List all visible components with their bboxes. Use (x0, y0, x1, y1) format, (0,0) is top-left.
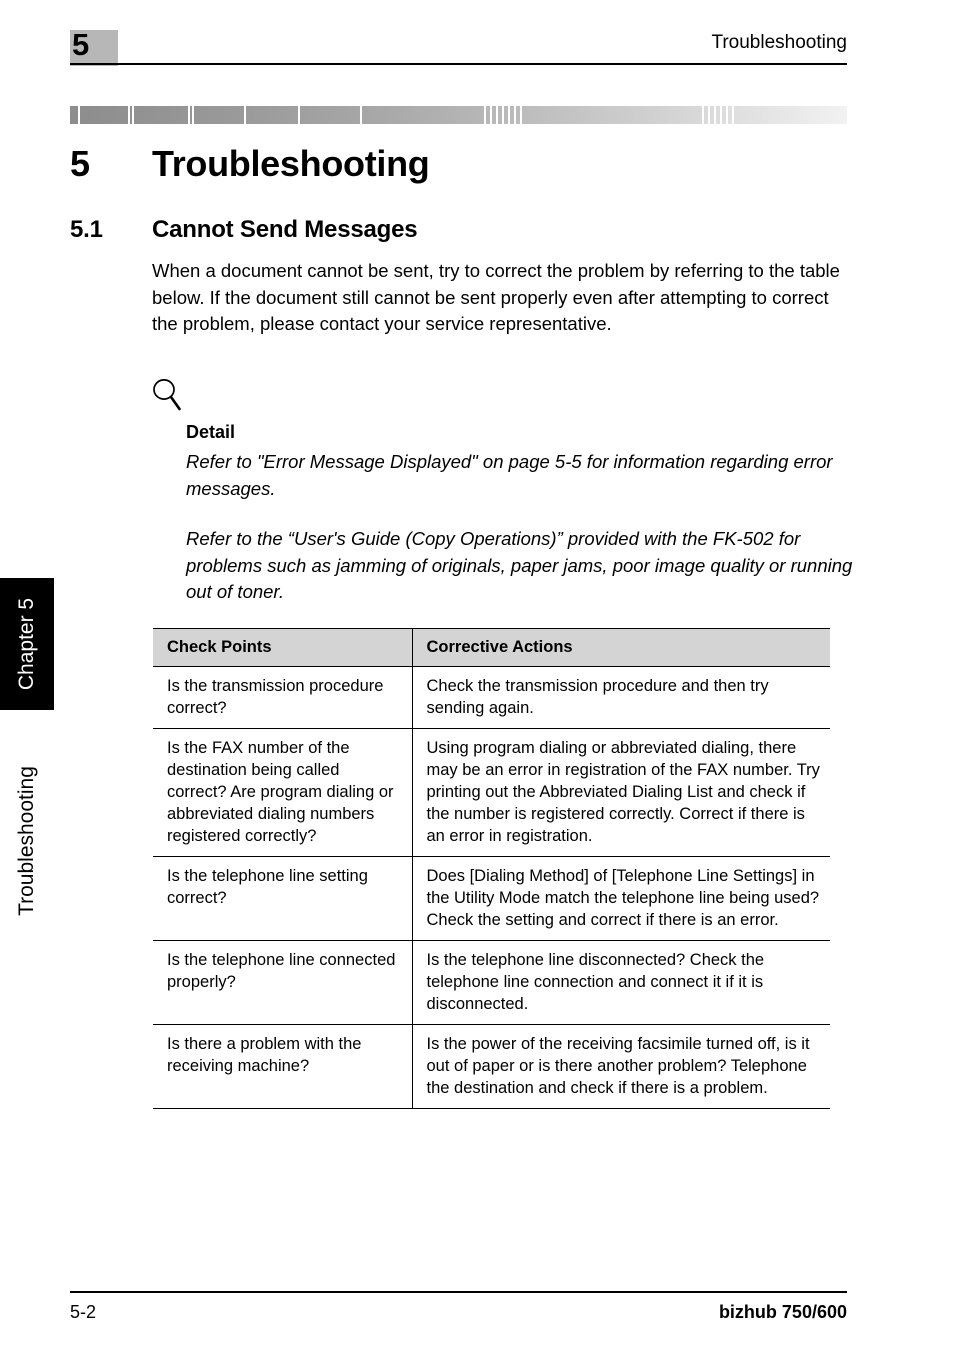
table-header-corrective-actions: Corrective Actions (411, 628, 830, 667)
table-row: Is the telephone line setting correct? D… (153, 856, 830, 941)
detail-note-paragraph-1: Refer to "Error Message Displayed" on pa… (186, 451, 833, 499)
troubleshooting-table: Check Points Corrective Actions Is the t… (153, 628, 830, 1109)
chapter-tab-label: Chapter 5 (15, 597, 38, 691)
section-tab-label: Troubleshooting (15, 766, 38, 916)
detail-note-paragraph-2: Refer to the “User's Guide (Copy Operati… (186, 528, 853, 602)
chapter-heading-number: 5 (70, 143, 90, 184)
footer-model-name: bizhub 750/600 (718, 1302, 847, 1322)
header-rule (70, 63, 847, 65)
header-chapter-number: 5 (72, 27, 89, 62)
table-cell-action: Is the power of the receiving facsimile … (411, 1024, 830, 1109)
table-cell-action: Using program dialing or abbreviated dia… (411, 728, 830, 857)
footer-rule (70, 1291, 847, 1293)
table-header-row: Check Points Corrective Actions (153, 628, 830, 667)
magnifier-icon (153, 379, 181, 411)
detail-note-title: Detail (186, 422, 236, 442)
table-cell-check: Is the telephone line connected properly… (153, 940, 412, 1025)
decorative-band (70, 106, 847, 124)
table-cell-check: Is the transmission procedure correct? (153, 666, 412, 729)
section-heading: 5.1 Cannot Send Messages (70, 214, 860, 246)
table-cell-action: Is the telephone line disconnected? Chec… (411, 940, 830, 1025)
intro-paragraph: When a document cannot be sent, try to c… (152, 260, 840, 334)
table-row: Is there a problem with the receiving ma… (153, 1024, 830, 1109)
chapter-heading-title: Troubleshooting (152, 143, 430, 184)
header-running-title: Troubleshooting (711, 32, 847, 53)
section-heading-title: Cannot Send Messages (152, 216, 418, 243)
troubleshooting-table-wrap: Check Points Corrective Actions Is the t… (153, 628, 830, 1109)
table-cell-action: Does [Dialing Method] of [Telephone Line… (411, 856, 830, 941)
section-heading-number: 5.1 (70, 216, 103, 243)
document-page: 5 Troubleshooting Chapter 5 Troubleshoot… (0, 0, 954, 1352)
footer-page-number: 5-2 (70, 1302, 97, 1322)
table-row: Is the telephone line connected properly… (153, 940, 830, 1025)
table-row: Is the FAX number of the destination bei… (153, 728, 830, 857)
table-row: Is the transmission procedure correct? C… (153, 666, 830, 729)
detail-note: Detail Refer to "Error Message Displayed… (152, 378, 852, 606)
table-cell-check: Is there a problem with the receiving ma… (153, 1024, 412, 1109)
table-cell-action: Check the transmission procedure and the… (411, 666, 830, 729)
table-header-check-points: Check Points (153, 628, 412, 667)
table-cell-check: Is the FAX number of the destination bei… (153, 728, 412, 857)
page-header: 5 Troubleshooting (0, 0, 954, 80)
table-cell-check: Is the telephone line setting correct? (153, 856, 412, 941)
chapter-heading: 5 Troubleshooting (70, 142, 860, 186)
